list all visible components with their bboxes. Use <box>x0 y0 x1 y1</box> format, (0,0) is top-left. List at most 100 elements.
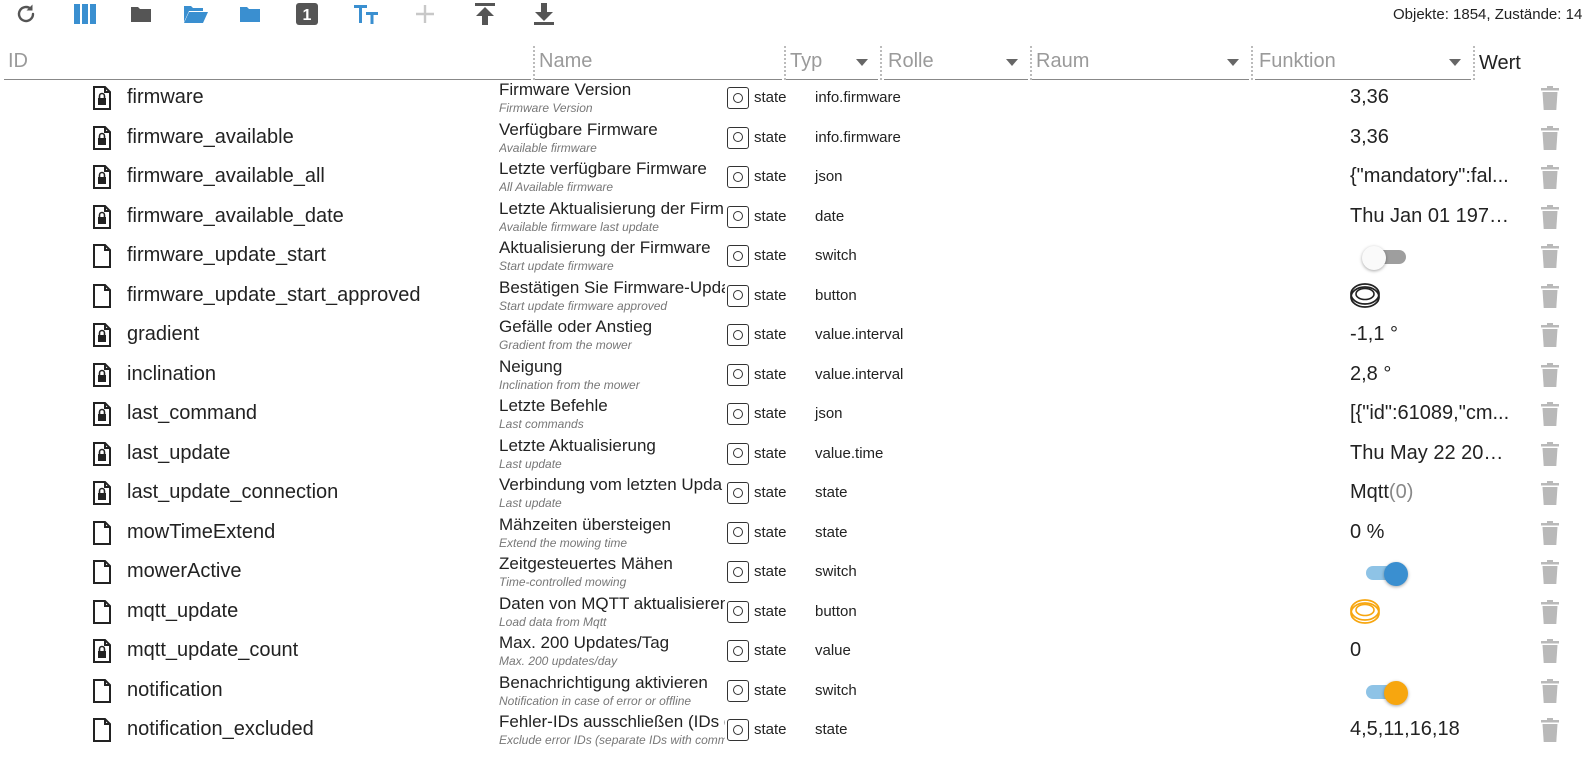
object-name[interactable]: Gefälle oder Anstieg <box>499 317 725 337</box>
object-name[interactable]: Daten von MQTT aktualisieren <box>499 594 725 614</box>
table-row[interactable]: firmware_update_start Aktualisierung der … <box>0 236 1588 276</box>
object-name[interactable]: Verfügbare Firmware <box>499 120 725 140</box>
object-id[interactable]: firmware <box>127 86 204 109</box>
object-id[interactable]: gradient <box>127 323 199 346</box>
object-value[interactable]: 2,8 ° <box>1350 363 1391 386</box>
object-id[interactable]: last_update <box>127 442 230 465</box>
trash-icon[interactable] <box>1540 480 1560 506</box>
funktion-filter[interactable]: Funktion <box>1255 44 1475 80</box>
chevron-down-icon[interactable] <box>1006 59 1018 66</box>
trash-icon[interactable] <box>1540 717 1560 743</box>
trash-icon[interactable] <box>1540 441 1560 467</box>
object-name[interactable]: Fehler-IDs ausschließen (IDs d <box>499 712 725 732</box>
trash-icon[interactable] <box>1540 164 1560 190</box>
trash-icon[interactable] <box>1540 204 1560 230</box>
object-name[interactable]: Zeitgesteuertes Mähen <box>499 554 725 574</box>
trash-icon[interactable] <box>1540 559 1560 585</box>
object-id[interactable]: mowTimeExtend <box>127 521 275 544</box>
object-name[interactable]: Max. 200 Updates/Tag <box>499 633 725 653</box>
columns-icon[interactable] <box>67 0 103 28</box>
object-name[interactable]: Mähzeiten übersteigen <box>499 515 725 535</box>
trash-icon[interactable] <box>1540 678 1560 704</box>
object-name[interactable]: Aktualisierung der Firmware <box>499 238 725 258</box>
trash-icon[interactable] <box>1540 638 1560 664</box>
object-value[interactable]: -1,1 ° <box>1350 323 1398 346</box>
object-id[interactable]: mqtt_update_count <box>127 639 298 662</box>
push-button-icon[interactable] <box>1349 597 1381 627</box>
object-id[interactable]: firmware_available <box>127 126 294 149</box>
object-id[interactable]: firmware_update_start_approved <box>127 284 421 307</box>
trash-icon[interactable] <box>1540 125 1560 151</box>
trash-icon[interactable] <box>1540 283 1560 309</box>
trash-icon[interactable] <box>1540 401 1560 427</box>
object-id[interactable]: notification_excluded <box>127 718 314 741</box>
object-id[interactable]: mowerActive <box>127 560 241 583</box>
object-value[interactable]: Mqtt(0) <box>1350 481 1413 504</box>
table-row[interactable]: notification Benachrichtigung aktivieren N… <box>0 671 1588 711</box>
object-id[interactable]: firmware_available_all <box>127 165 325 188</box>
object-name[interactable]: Letzte verfügbare Firmware <box>499 159 725 179</box>
download-icon[interactable] <box>526 0 562 28</box>
chevron-down-icon[interactable] <box>856 59 868 66</box>
chevron-down-icon[interactable] <box>1449 59 1461 66</box>
object-value[interactable]: [{"id":61089,"cm... <box>1350 402 1509 425</box>
table-row[interactable]: last_command Letzte Befehle Last commands s… <box>0 394 1588 434</box>
table-row[interactable]: gradient Gefälle oder Anstieg Gradient fro… <box>0 315 1588 355</box>
object-id[interactable]: notification <box>127 679 223 702</box>
upload-icon[interactable] <box>467 0 503 28</box>
folder-icon[interactable] <box>123 0 159 28</box>
trash-icon[interactable] <box>1540 322 1560 348</box>
number-one-icon[interactable]: 1 <box>289 0 325 28</box>
trash-icon[interactable] <box>1540 85 1560 111</box>
switch-off[interactable] <box>1362 246 1408 270</box>
object-name[interactable]: Neigung <box>499 357 725 377</box>
object-name[interactable]: Firmware Version <box>499 80 725 100</box>
object-value[interactable]: 0 % <box>1350 521 1384 544</box>
trash-icon[interactable] <box>1540 243 1560 269</box>
rolle-filter[interactable]: Rolle <box>884 44 1032 80</box>
typ-filter[interactable]: Typ <box>786 44 882 80</box>
switch-on[interactable] <box>1362 680 1408 705</box>
table-row[interactable]: last_update Letzte Aktualisierung Last upd… <box>0 434 1588 474</box>
table-row[interactable]: firmware Firmware Version Firmware Version… <box>0 78 1588 118</box>
object-value[interactable]: 3,36 <box>1350 86 1389 109</box>
refresh-icon[interactable] <box>8 0 44 28</box>
raum-filter[interactable]: Raum <box>1032 44 1253 80</box>
plus-icon[interactable] <box>407 0 443 28</box>
table-row[interactable]: last_update_connection Verbindung vom let… <box>0 473 1588 513</box>
object-value[interactable]: Thu Jan 01 1970... <box>1350 205 1510 228</box>
object-id[interactable]: firmware_update_start <box>127 244 326 267</box>
push-button-icon[interactable] <box>1349 281 1381 311</box>
object-name[interactable]: Letzte Befehle <box>499 396 725 416</box>
object-value[interactable]: {"mandatory":fal... <box>1350 165 1509 188</box>
id-filter[interactable]: ID <box>4 44 535 80</box>
object-id[interactable]: firmware_available_date <box>127 205 344 228</box>
table-row[interactable]: firmware_update_start_approved Bestätigen… <box>0 276 1588 316</box>
table-row[interactable]: inclination Neigung Inclination from the m… <box>0 355 1588 395</box>
object-name[interactable]: Verbindung vom letzten Upda <box>499 475 725 495</box>
object-value[interactable]: 3,36 <box>1350 126 1389 149</box>
object-name[interactable]: Letzte Aktualisierung der Firm <box>499 199 725 219</box>
switch-on[interactable] <box>1362 562 1408 586</box>
object-value[interactable]: 4,5,11,16,18 <box>1350 718 1460 741</box>
chevron-down-icon[interactable] <box>1227 59 1239 66</box>
table-row[interactable]: firmware_available_date Letzte Aktualisie… <box>0 197 1588 237</box>
trash-icon[interactable] <box>1540 520 1560 546</box>
object-name[interactable]: Bestätigen Sie Firmware-Upda <box>499 278 725 298</box>
object-id[interactable]: last_command <box>127 402 257 425</box>
folder-blue-icon[interactable] <box>232 0 268 28</box>
trash-icon[interactable] <box>1540 599 1560 625</box>
object-value[interactable]: 0 <box>1350 639 1361 662</box>
column-separator[interactable] <box>1251 46 1253 80</box>
object-name[interactable]: Benachrichtigung aktivieren <box>499 673 725 693</box>
object-id[interactable]: mqtt_update <box>127 600 238 623</box>
table-row[interactable]: mowTimeExtend Mähzeiten übersteigen Extend… <box>0 513 1588 553</box>
trash-icon[interactable] <box>1540 362 1560 388</box>
table-row[interactable]: firmware_available Verfügbare Firmware Ava… <box>0 118 1588 158</box>
object-id[interactable]: last_update_connection <box>127 481 338 504</box>
name-filter[interactable]: Name <box>535 44 786 80</box>
table-row[interactable]: mowerActive Zeitgesteuertes Mähen Time-con… <box>0 552 1588 592</box>
column-separator[interactable] <box>1473 46 1475 80</box>
column-separator[interactable] <box>880 46 882 80</box>
table-row[interactable]: notification_excluded Fehler-IDs ausschli… <box>0 710 1588 750</box>
